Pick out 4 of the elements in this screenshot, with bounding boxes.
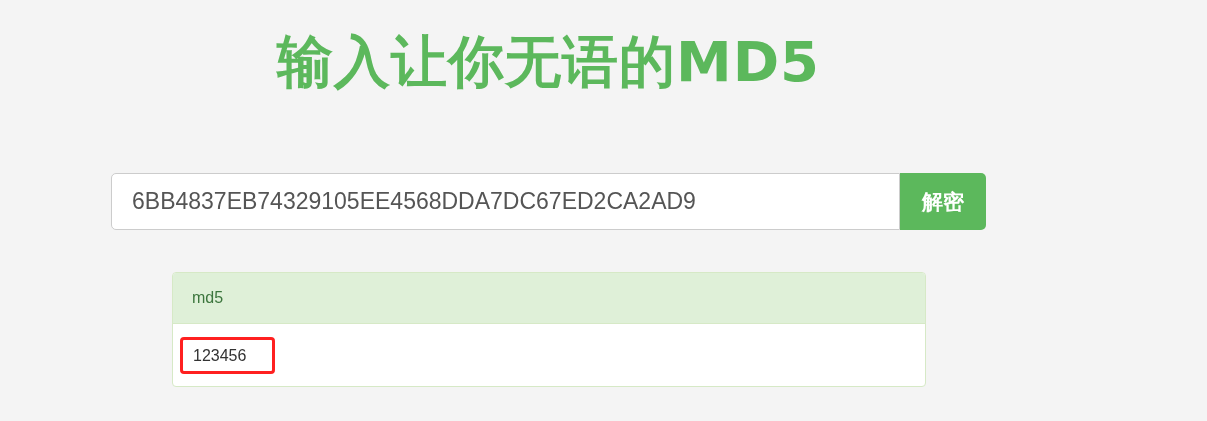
page-title: 输入让你无语的MD5 (276, 28, 821, 96)
panel-heading: md5 (192, 288, 224, 308)
hash-input-field[interactable]: 6BB4837EB74329105EE4568DDA7DC67ED2CA2AD9 (111, 173, 900, 230)
result-value: 123456 (193, 345, 247, 366)
